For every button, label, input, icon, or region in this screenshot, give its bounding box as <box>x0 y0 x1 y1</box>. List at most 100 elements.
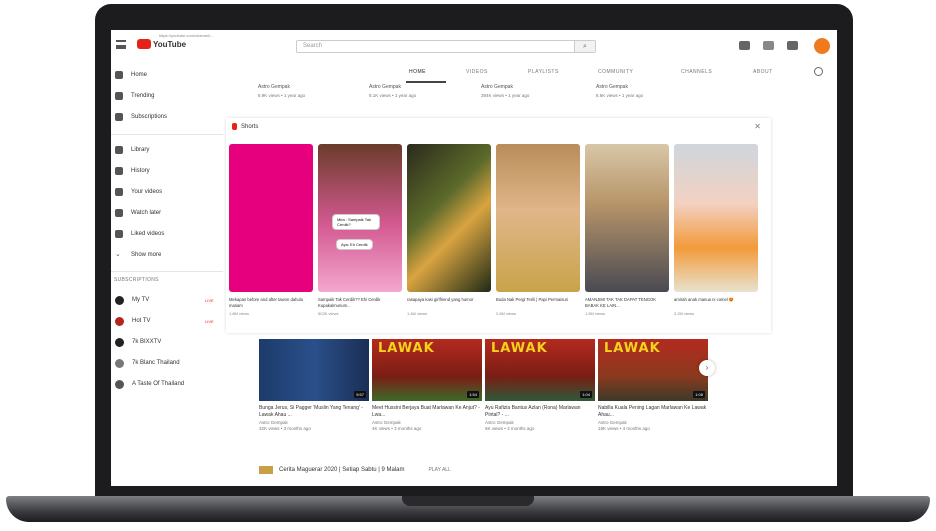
short-card[interactable]: amirah anak manua ni comel 😍 3.2M views <box>674 144 758 316</box>
subscriptions-icon <box>115 113 123 121</box>
video-title[interactable]: Bunga Jerus, Si Pagger 'Muslin Yang Tena… <box>259 405 369 418</box>
sidebar-sub-taste-of-thailand[interactable]: A Taste Of Thailand <box>115 377 184 391</box>
sidebar-item-history[interactable]: History <box>115 164 150 178</box>
channel-avatar <box>115 295 124 305</box>
channel-name[interactable]: Astro Gempak <box>259 420 369 425</box>
video-thumbnail[interactable]: LAWAK 1:08 <box>598 339 708 401</box>
search-input[interactable]: Search ⌕ <box>296 40 596 53</box>
youtube-logo[interactable]: YouTube <box>137 39 186 49</box>
subscriptions-header: SUBSCRIPTIONS <box>114 277 159 283</box>
tab-playlists[interactable]: PLAYLISTS <box>528 69 559 75</box>
search-placeholder: Search <box>303 43 323 49</box>
short-title[interactable]: amirah anak manua ni comel 😍 <box>674 297 758 309</box>
browser-url: https://youtube.com/channel/... <box>159 33 214 38</box>
active-tab-indicator <box>406 81 446 83</box>
short-title[interactable]: Sampaik Tak Cerdik?? Ehi Cerdik Kupakalm… <box>318 297 402 309</box>
next-arrow-button[interactable]: › <box>699 360 715 376</box>
short-thumbnail[interactable] <box>674 144 758 292</box>
sidebar-sub-my-tv[interactable]: My TV LIVE <box>115 293 223 307</box>
sidebar-sub-blanc-thailand[interactable]: 7k Blanc Thailand <box>115 356 180 370</box>
tab-channels[interactable]: CHANNELS <box>681 69 712 75</box>
video-stats: 4K views • 3 months ago <box>372 426 422 431</box>
channel-name: Astro Gempak <box>258 84 290 90</box>
video-thumbnail[interactable]: LAWAK 1:04 <box>485 339 595 401</box>
short-thumbnail[interactable] <box>229 144 313 292</box>
tab-community[interactable]: COMMUNITY <box>598 69 633 75</box>
channel-name[interactable]: Astro Gempak <box>372 420 482 425</box>
short-card[interactable]: AMANJIMI TAK TAK DAPAT TENGOK BABAK KE L… <box>585 144 669 316</box>
short-card[interactable]: Mira : Sampaik Tak Cerdik? Aya: Eh Cerdi… <box>318 144 402 316</box>
sidebar-item-home[interactable]: Home <box>115 68 147 82</box>
sidebar-item-trending[interactable]: Trending <box>115 89 154 103</box>
video-title[interactable]: Nabilla Kuala Pening Lagan Marlawan Ke L… <box>598 405 708 418</box>
close-icon[interactable]: ✕ <box>754 122 761 131</box>
create-video-icon[interactable] <box>739 41 750 50</box>
video-duration: 1:54 <box>467 391 479 398</box>
search-button[interactable]: ⌕ <box>574 41 595 52</box>
library-icon <box>115 146 123 154</box>
sidebar-item-subscriptions[interactable]: Subscriptions <box>115 110 167 124</box>
video-meta[interactable]: Astro Gempak 8.9K views • 1 year ago <box>258 84 333 98</box>
short-title[interactable]: Mekapan before and after tawon dahulu ma… <box>229 297 313 309</box>
video-card[interactable]: LAWAK 1:04 Ayu Rafizia Bantus Azlan (Rona… <box>485 339 595 431</box>
video-meta[interactable]: Astro Gempak 384K views • 1 year ago <box>481 84 556 98</box>
video-thumbnail[interactable]: 9:57 <box>259 339 369 401</box>
channel-avatar <box>115 358 124 368</box>
apps-icon[interactable] <box>763 41 774 50</box>
sidebar-item-show-more[interactable]: ⌄ Show more <box>115 248 161 262</box>
channel-avatar <box>115 337 124 347</box>
short-title[interactable]: rasapaya kasi girlfriend yang humor <box>407 297 491 309</box>
sidebar-item-label: Subscriptions <box>131 114 168 120</box>
playlist-thumbnail[interactable] <box>259 466 273 474</box>
notifications-icon[interactable] <box>787 41 798 50</box>
video-meta[interactable]: Astro Gempak 8.6K views • 1 year ago <box>596 84 671 98</box>
history-icon <box>115 167 123 175</box>
short-views: 2.6M views <box>496 311 517 316</box>
menu-icon[interactable] <box>116 40 126 49</box>
channel-name[interactable]: Astro Gempak <box>598 420 708 425</box>
search-icon[interactable] <box>814 67 823 76</box>
sidebar-item-your-videos[interactable]: Your videos <box>115 185 162 199</box>
tab-about[interactable]: ABOUT <box>753 69 773 75</box>
tab-videos[interactable]: VIDEOS <box>466 69 488 75</box>
sidebar-item-label: Your videos <box>131 189 163 195</box>
short-card[interactable]: rasapaya kasi girlfriend yang humor 1.4M… <box>407 144 491 316</box>
channel-name[interactable]: Astro Gempak <box>485 420 595 425</box>
sidebar-sub-hot-tv[interactable]: Hot TV LIVE <box>115 314 223 328</box>
short-card[interactable]: Mekapan before and after tawon dahulu ma… <box>229 144 313 316</box>
video-thumbnail[interactable]: LAWAK 1:54 <box>372 339 482 401</box>
short-views: 1.8M views <box>229 311 250 316</box>
short-card[interactable]: Buda Nak Pergi Terili | Papi Permaisuri … <box>496 144 580 316</box>
sidebar-item-liked-videos[interactable]: Liked videos <box>115 227 164 241</box>
video-card[interactable]: 9:57 Bunga Jerus, Si Pagger 'Muslin Yang… <box>259 339 369 431</box>
video-title[interactable]: Ayu Rafizia Bantus Azlan (Rona) Marlawan… <box>485 405 595 418</box>
tab-home[interactable]: HOME <box>409 69 426 75</box>
playlist-title[interactable]: Cerita Maguerar 2020 | Setiap Sabtu | 9 … <box>279 467 405 473</box>
video-stats: 8.6K views • 1 year ago <box>596 93 644 98</box>
short-title[interactable]: AMANJIMI TAK TAK DAPAT TENGOK BABAK KE L… <box>585 297 669 309</box>
play-all-button[interactable]: PLAY ALL <box>429 467 451 473</box>
short-thumbnail[interactable] <box>407 144 491 292</box>
video-title[interactable]: Meet Hussini Berjaya Buat Marlawan Ke An… <box>372 405 482 418</box>
short-thumbnail[interactable]: Mira : Sampaik Tak Cerdik? Aya: Eh Cerdi… <box>318 144 402 292</box>
sidebar-item-label: Library <box>131 147 150 153</box>
sidebar-item-watch-later[interactable]: Watch later <box>115 206 161 220</box>
short-views: 502K views <box>318 311 339 316</box>
short-title[interactable]: Buda Nak Pergi Terili | Papi Permaisuri <box>496 297 580 309</box>
sidebar-divider <box>111 271 223 272</box>
avatar[interactable] <box>814 38 830 54</box>
thumb-up-icon <box>115 230 123 238</box>
chevron-down-icon: ⌄ <box>115 251 121 258</box>
sidebar-item-label: Home <box>131 72 148 78</box>
video-card[interactable]: LAWAK 1:54 Meet Hussini Berjaya Buat Marl… <box>372 339 482 431</box>
thumbnail-overlay-text: LAWAK <box>378 341 435 356</box>
video-card[interactable]: LAWAK 1:08 Nabilla Kuala Pening Lagan Mar… <box>598 339 708 431</box>
sidebar-sub-bixxtv[interactable]: 7k BIXXTV <box>115 335 161 349</box>
short-thumbnail[interactable] <box>496 144 580 292</box>
channel-name: Astro Gempak <box>596 84 628 90</box>
short-views: 1.5M views <box>585 311 606 316</box>
video-icon <box>115 188 123 196</box>
sidebar-item-library[interactable]: Library <box>115 143 149 157</box>
video-meta[interactable]: Astro Gempak 8.1K views • 1 year ago <box>369 84 444 98</box>
short-thumbnail[interactable] <box>585 144 669 292</box>
